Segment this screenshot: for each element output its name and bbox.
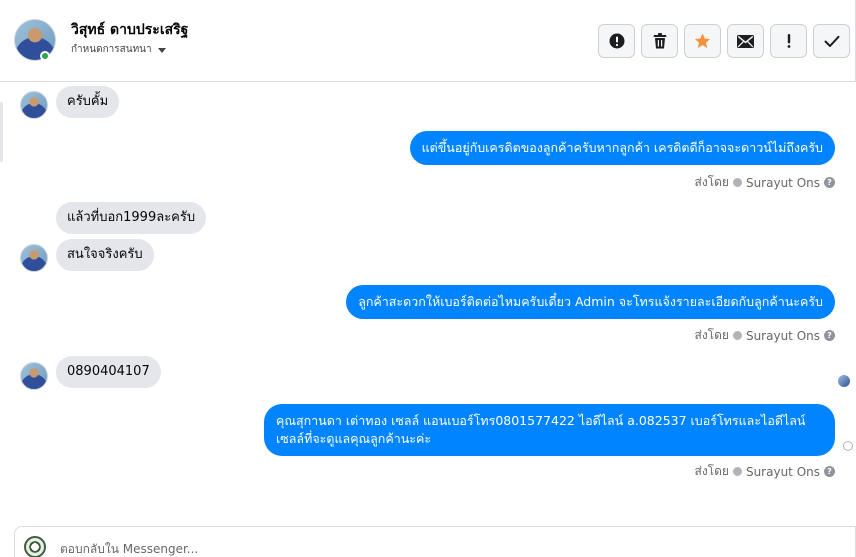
header-actions xyxy=(598,24,850,58)
envelope-icon xyxy=(737,34,754,48)
mark-unread-button[interactable] xyxy=(727,24,764,58)
assign-conversation-label: กำหนดการสนทนา xyxy=(71,44,152,55)
alert-circle-icon xyxy=(609,33,624,49)
delivered-icon xyxy=(843,441,853,451)
verified-icon xyxy=(732,467,742,476)
contact-avatar-small xyxy=(20,362,48,390)
sent-by-label: ส่งโดย xyxy=(694,464,729,478)
star-icon xyxy=(694,33,711,48)
verified-icon xyxy=(732,178,742,187)
sent-by-label: ส่งโดย xyxy=(694,328,729,342)
scrollbar[interactable] xyxy=(0,102,3,162)
incoming-message: แล้วที่บอก1999ละครับ xyxy=(56,202,207,234)
help-icon[interactable]: ? xyxy=(824,330,835,341)
sender-name: Surayut Ons xyxy=(745,175,820,190)
sender-name: Surayut Ons xyxy=(745,464,820,479)
page-avatar xyxy=(24,536,46,557)
outgoing-message: ลูกค้าสะดวกให้เบอร์ติดต่อไหมครับเดี๋ยว A… xyxy=(346,285,835,319)
verified-icon xyxy=(732,331,742,340)
help-icon[interactable]: ? xyxy=(824,177,835,188)
important-button[interactable] xyxy=(770,24,807,58)
reply-composer xyxy=(14,526,856,557)
inbox-conversation: วิสุทธ์ ดาบประเสริฐ กำหนดการสนทนา ครับคั… xyxy=(0,0,856,557)
star-button[interactable] xyxy=(684,24,721,58)
outgoing-message: คุณสุกานดา เต่าทอง เซลล์ แอนเบอร์โทร0801… xyxy=(264,404,835,456)
reply-input[interactable] xyxy=(60,540,660,557)
outgoing-message: แต่ขึ้นอยู่กับเครดิตของลูกค้าครับหากลูกค… xyxy=(409,131,835,165)
contact-name[interactable]: วิสุทธ์ ดาบประเสริฐ xyxy=(71,19,188,41)
incoming-message: ครับคั้ม xyxy=(56,86,120,118)
contact-avatar-small xyxy=(20,91,48,119)
caret-down-icon xyxy=(157,47,166,53)
help-icon[interactable]: ? xyxy=(824,466,835,477)
online-status-icon xyxy=(40,51,50,61)
incoming-message: 0890404107 xyxy=(56,356,161,388)
delete-button[interactable] xyxy=(641,24,678,58)
conversation-header: วิสุทธ์ ดาบประเสริฐ กำหนดการสนทนา xyxy=(0,0,856,82)
sent-by-label: ส่งโดย xyxy=(694,175,729,189)
sent-by-row: ส่งโดย Surayut Ons ? xyxy=(694,462,835,481)
checkmark-icon xyxy=(824,35,839,47)
mark-done-button[interactable] xyxy=(813,24,850,58)
sent-by-row: ส่งโดย Surayut Ons ? xyxy=(694,173,835,192)
incoming-message: สนใจจริงครับ xyxy=(56,239,154,271)
sender-name: Surayut Ons xyxy=(745,328,820,343)
assign-conversation-dropdown[interactable]: กำหนดการสนทนา xyxy=(71,42,166,57)
report-button[interactable] xyxy=(598,24,635,58)
contact-avatar-small xyxy=(20,244,48,272)
sent-by-row: ส่งโดย Surayut Ons ? xyxy=(694,326,835,345)
trash-icon xyxy=(653,33,666,49)
exclamation-icon xyxy=(787,34,790,48)
message-thread[interactable]: ครับคั้ม แต่ขึ้นอยู่กับเครดิตของลูกค้าคร… xyxy=(0,82,856,526)
seen-avatar-icon xyxy=(838,375,850,387)
